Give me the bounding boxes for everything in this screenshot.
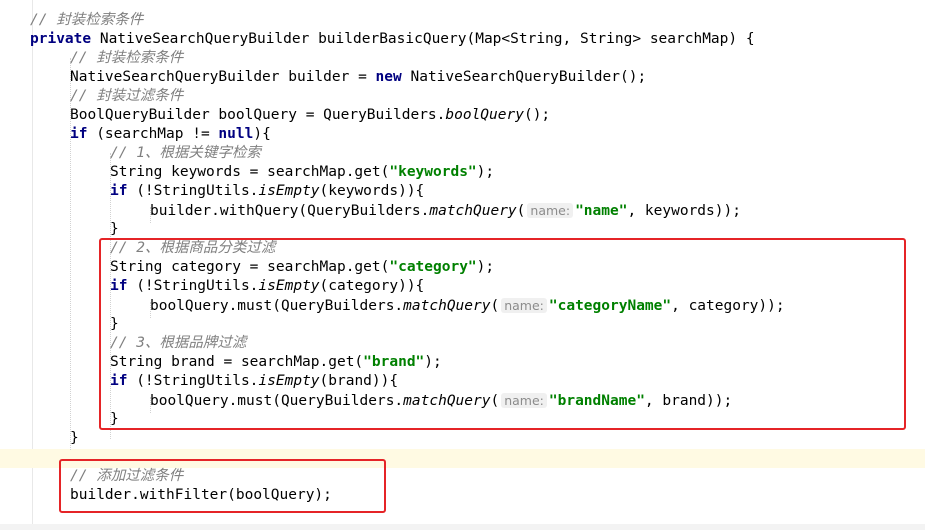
code-token: (); [523,107,551,123]
comment-text: // 封装检索条件 [30,12,144,28]
code-line[interactable]: builder.withQuery(QueryBuilders.matchQue… [150,201,741,220]
comment-text: // 1、根据关键字检索 [110,145,261,161]
editor-bottom-edge [0,524,925,530]
code-token: ); [476,164,495,180]
comment-text: // 封装检索条件 [70,50,184,66]
code-line[interactable]: // 1、根据关键字检索 [110,144,261,163]
code-token: , keywords)); [627,203,741,219]
highlight-box-filters [99,238,906,430]
code-line[interactable]: // 封装过滤条件 [70,87,183,106]
code-token: (!StringUtils. [127,183,259,199]
keyword-token: null [218,126,254,142]
string-literal: "keywords" [389,164,477,180]
code-token: ( [516,203,526,219]
code-line[interactable]: if (searchMap != null){ [70,125,271,144]
keyword-token: if [70,126,88,142]
static-method-name: matchQuery [429,203,517,219]
keyword-token: if [110,183,128,199]
code-token: builder.withQuery(QueryBuilders. [150,203,430,219]
code-token: ){ [253,126,271,142]
static-method-name: isEmpty [258,183,320,199]
code-token: NativeSearchQueryBuilder builder = [70,69,376,85]
code-line[interactable]: NativeSearchQueryBuilder builder = new N… [70,68,646,87]
code-token: (keywords)){ [319,183,425,199]
code-line[interactable]: BoolQueryBuilder boolQuery = QueryBuilde… [70,106,550,125]
code-line[interactable]: // 封装检索条件 [30,11,143,30]
parameter-hint: name: [527,203,574,218]
code-line[interactable]: // 封装检索条件 [70,49,183,68]
code-line[interactable]: if (!StringUtils.isEmpty(keywords)){ [110,182,424,201]
comment-text: // 封装过滤条件 [70,88,184,104]
code-token: (searchMap != [87,126,219,142]
keyword-token: new [375,69,402,85]
code-token: BoolQueryBuilder boolQuery = QueryBuilde… [70,107,446,123]
code-line[interactable]: String keywords = searchMap.get("keyword… [110,163,494,182]
code-token: } [110,221,119,237]
code-token: } [70,430,79,446]
string-literal: "name" [575,203,628,219]
highlight-box-add-filter [59,459,386,513]
code-token: NativeSearchQueryBuilder(); [401,69,647,85]
static-method-name: boolQuery [445,107,524,123]
code-line[interactable]: } [110,220,119,239]
keyword-token: private [30,31,92,47]
code-token: NativeSearchQueryBuilder builderBasicQue… [91,31,755,47]
code-token: String keywords = searchMap.get( [110,164,390,180]
code-line[interactable]: private NativeSearchQueryBuilder builder… [30,30,755,49]
code-line[interactable]: } [70,429,79,448]
